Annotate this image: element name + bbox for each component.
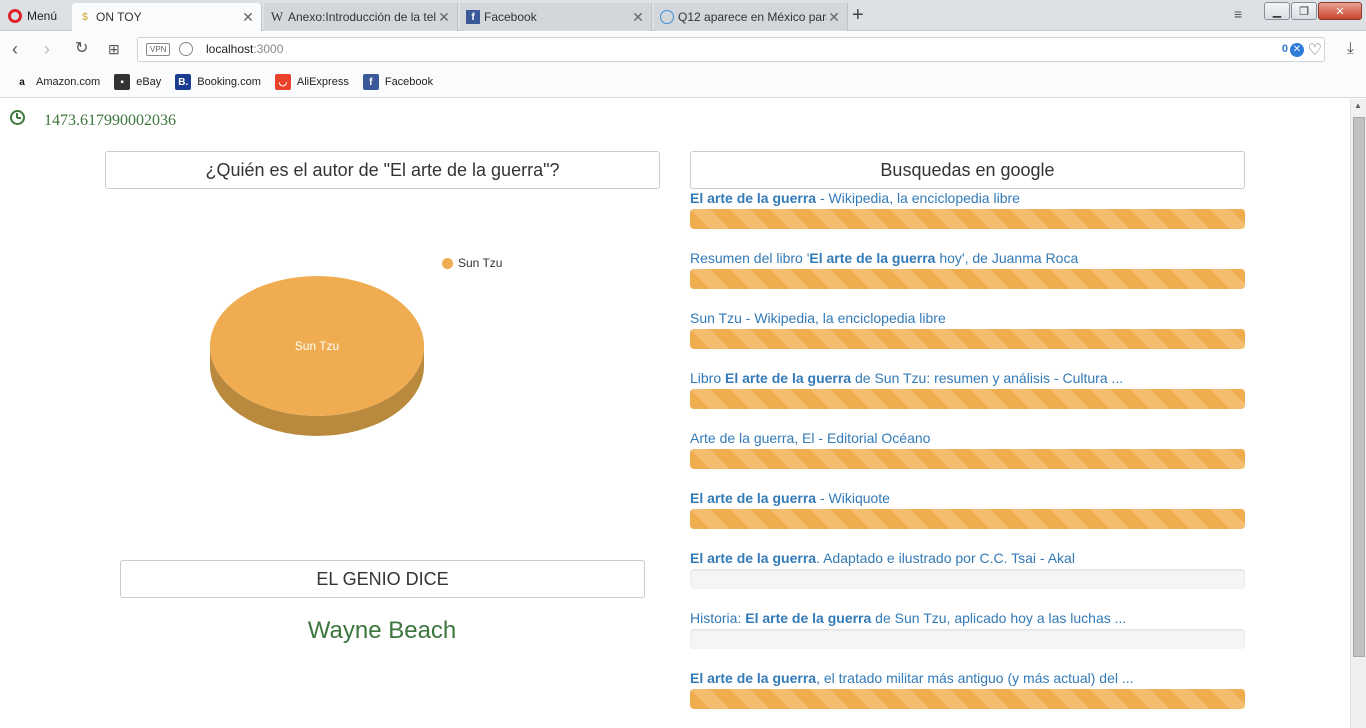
search-result: Resumen del libro 'El arte de la guerra …: [690, 250, 1245, 289]
adblock-icon[interactable]: ✕: [1290, 43, 1304, 57]
progress-fill: [690, 329, 1245, 349]
page-scrollbar[interactable]: ▲: [1350, 99, 1366, 728]
minimize-icon[interactable]: ▁: [1264, 2, 1290, 20]
globe-icon: [660, 10, 674, 24]
close-tab-icon[interactable]: ✕: [827, 9, 841, 26]
facebook-icon: f: [466, 10, 480, 24]
genius-answer: Wayne Beach: [307, 617, 457, 644]
result-link[interactable]: El arte de la guerra - Wikiquote: [690, 490, 1245, 508]
result-link[interactable]: El arte de la guerra, el tratado militar…: [690, 670, 1245, 688]
aliexpress-icon: ◡: [274, 74, 291, 90]
adblock-count[interactable]: 0: [1282, 43, 1288, 55]
result-link[interactable]: Libro El arte de la guerra de Sun Tzu: r…: [690, 370, 1245, 388]
result-progress-bar: [690, 629, 1245, 649]
url-text: localhost:3000: [206, 42, 284, 56]
tab-menu-icon[interactable]: ≡: [1234, 6, 1242, 22]
tab-q12[interactable]: Q12 aparece en México para ✕: [654, 3, 848, 31]
pie-chart: Sun Tzu: [210, 276, 424, 436]
progress-fill: [690, 269, 1245, 289]
search-result: Libro El arte de la guerra de Sun Tzu: r…: [690, 370, 1245, 409]
tab-wikipedia[interactable]: W Anexo:Introducción de la tel ✕: [264, 3, 458, 31]
vpn-badge[interactable]: VPN: [146, 43, 171, 56]
money-bag-icon: $: [82, 11, 88, 23]
facebook-icon: f: [362, 74, 379, 90]
tab-title: Anexo:Introducción de la tel: [288, 10, 437, 24]
result-link[interactable]: Historia: El arte de la guerra de Sun Tz…: [690, 610, 1245, 628]
url-field[interactable]: VPN localhost:3000 0 ✕ ♡: [137, 37, 1325, 62]
reload-icon[interactable]: ↻: [75, 40, 88, 58]
new-tab-icon[interactable]: +: [852, 4, 864, 27]
result-progress-bar: [690, 269, 1245, 289]
bookmark-booking[interactable]: B. Booking.com: [175, 74, 261, 90]
search-result: Arte de la guerra, El - Editorial Océano: [690, 430, 1245, 469]
scrollbar-thumb[interactable]: [1353, 117, 1365, 657]
amazon-icon: a: [19, 76, 25, 88]
bookmarks-bar: a Amazon.com ▪ eBay B. Booking.com ◡ Ali…: [0, 67, 1366, 98]
opera-menu-button[interactable]: Menú: [0, 0, 70, 31]
close-tab-icon[interactable]: ✕: [631, 9, 645, 26]
wikipedia-icon: W: [270, 9, 284, 24]
opera-logo-icon: [8, 8, 22, 23]
progress-fill: [690, 209, 1245, 229]
tab-title: Q12 aparece en México para: [678, 10, 827, 24]
result-progress-bar: [690, 449, 1245, 469]
search-result: Sun Tzu - Wikipedia, la enciclopedia lib…: [690, 310, 1245, 349]
result-link[interactable]: El arte de la guerra. Adaptado e ilustra…: [690, 550, 1245, 568]
close-window-icon[interactable]: ✕: [1318, 2, 1362, 20]
result-progress-bar: [690, 509, 1245, 529]
address-bar-row: ‹ › ↻ ⊞ VPN localhost:3000 0 ✕ ♡ ⤓: [0, 32, 1366, 67]
maximize-icon[interactable]: ❐: [1291, 2, 1317, 20]
search-result: El arte de la guerra, el tratado militar…: [690, 670, 1245, 709]
back-icon[interactable]: ‹: [12, 40, 18, 58]
scroll-up-icon[interactable]: ▲: [1354, 101, 1362, 110]
result-progress-bar: [690, 569, 1245, 589]
bookmark-amazon[interactable]: a Amazon.com: [14, 74, 100, 90]
close-tab-icon[interactable]: ✕: [241, 9, 255, 26]
ebay-bag-icon: ▪: [114, 74, 131, 90]
speed-dial-icon[interactable]: ⊞: [108, 40, 120, 58]
page-viewport: 1473.617990002036 ¿Quién es el autor de …: [0, 99, 1350, 728]
legend-label: Sun Tzu: [458, 256, 503, 270]
menu-label: Menú: [27, 8, 58, 23]
search-result: El arte de la guerra - Wikiquote: [690, 490, 1245, 529]
search-result: Historia: El arte de la guerra de Sun Tz…: [690, 610, 1245, 649]
site-info-icon[interactable]: [179, 42, 193, 56]
clock-icon: [10, 110, 25, 125]
tab-facebook[interactable]: f Facebook ✕: [460, 3, 652, 31]
result-progress-bar: [690, 209, 1245, 229]
search-heading: Busquedas en google: [690, 151, 1245, 189]
search-result: El arte de la guerra - Wikipedia, la enc…: [690, 190, 1245, 229]
genius-heading: EL GENIO DICE: [120, 560, 645, 598]
result-progress-bar: [690, 329, 1245, 349]
tab-on-toy[interactable]: $ ON TOY ✕: [72, 3, 262, 31]
legend-swatch: [442, 257, 453, 269]
timer: 1473.617990002036: [10, 110, 176, 129]
download-icon[interactable]: ⤓: [1347, 40, 1354, 58]
progress-fill: [690, 449, 1245, 469]
result-progress-bar: [690, 689, 1245, 709]
result-progress-bar: [690, 389, 1245, 409]
result-link[interactable]: El arte de la guerra - Wikipedia, la enc…: [690, 190, 1245, 208]
booking-icon: B.: [175, 74, 192, 90]
bookmark-aliexpress[interactable]: ◡ AliExpress: [274, 74, 349, 90]
close-tab-icon[interactable]: ✕: [437, 9, 451, 26]
result-link[interactable]: Arte de la guerra, El - Editorial Océano: [690, 430, 1245, 448]
chart-legend: Sun Tzu: [442, 256, 502, 270]
tab-title: Facebook: [484, 10, 537, 24]
bookmark-ebay[interactable]: ▪ eBay: [114, 74, 161, 90]
timer-value: 1473.617990002036: [44, 112, 176, 129]
search-result: El arte de la guerra. Adaptado e ilustra…: [690, 550, 1245, 589]
result-link[interactable]: Resumen del libro 'El arte de la guerra …: [690, 250, 1245, 268]
bookmark-facebook[interactable]: f Facebook: [362, 74, 433, 90]
tab-title: ON TOY: [96, 10, 142, 24]
progress-fill: [690, 389, 1245, 409]
progress-fill: [690, 689, 1245, 709]
forward-icon[interactable]: ›: [44, 40, 50, 58]
result-link[interactable]: Sun Tzu - Wikipedia, la enciclopedia lib…: [690, 310, 1245, 328]
tab-bar: Menú $ ON TOY ✕ W Anexo:Introducción de …: [0, 0, 1366, 31]
pie-slice-label: Sun Tzu: [295, 339, 339, 353]
bookmark-heart-icon[interactable]: ♡: [1308, 40, 1322, 60]
progress-fill: [690, 509, 1245, 529]
question-heading: ¿Quién es el autor de "El arte de la gue…: [105, 151, 660, 189]
